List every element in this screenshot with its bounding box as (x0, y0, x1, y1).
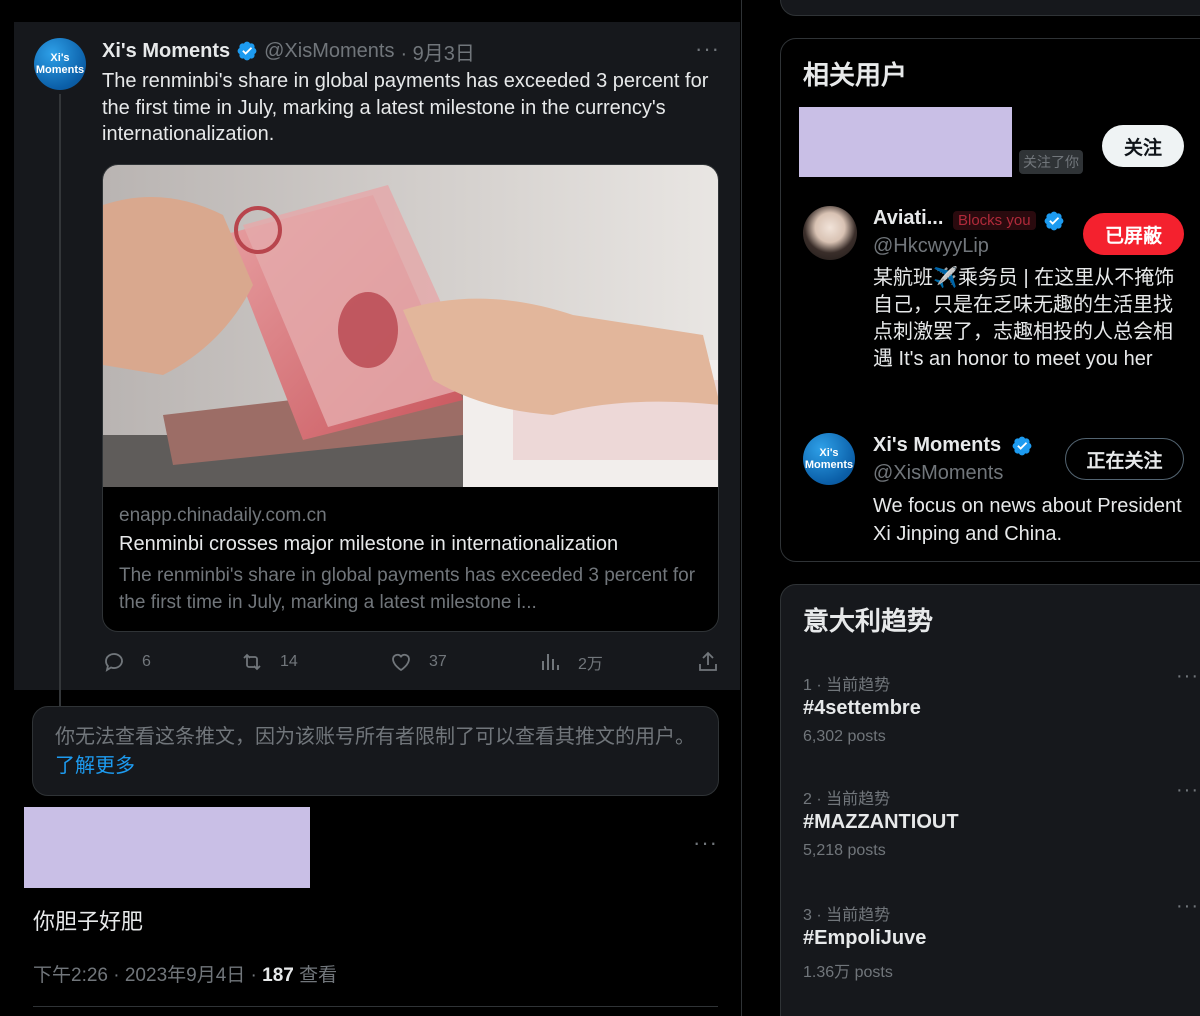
trend-post-count: 1.36万 posts (803, 964, 893, 981)
trend-name: #MAZZANTIOUT (803, 811, 959, 833)
view-count: 2万 (578, 656, 603, 673)
follows-you-badge: 关注了你 (1019, 150, 1083, 174)
panel-title: 相关用户 (803, 60, 908, 90)
user-handle[interactable]: @XisMoments (873, 462, 1003, 485)
more-options-icon[interactable]: ··· (1176, 779, 1199, 802)
main-timeline: Xi's Moments Xi's Moments @XisMoments · … (0, 0, 742, 1016)
card-photo-banknotes (103, 165, 718, 487)
avatar[interactable] (803, 206, 857, 260)
retweet-action[interactable]: 14 (240, 650, 298, 674)
reply-timestamp[interactable]: 下午2:26 · 2023年9月4日 · (33, 965, 262, 986)
reply-tweet[interactable]: ··· 你胆子好肥 下午2:26 · 2023年9月4日 · 187 查看 (0, 800, 742, 1016)
user-name[interactable]: Aviati... (873, 207, 943, 230)
user-bio: We focus on news about President Xi Jinp… (873, 495, 1182, 545)
sidebar-panel-stub (780, 0, 1200, 16)
more-options-icon[interactable]: ··· (693, 830, 718, 856)
trend-meta: 1 · 当前趋势 (803, 677, 891, 694)
like-action[interactable]: 37 (389, 650, 447, 674)
user-name[interactable]: Xi's Moments (873, 434, 1001, 457)
views-chart-icon (542, 654, 559, 670)
trend-item[interactable]: 3 · 当前趋势 #EmpoliJuve 1.36万 posts ··· (803, 895, 1199, 991)
share-icon (699, 651, 717, 671)
trend-item[interactable]: 2 · 当前趋势 #MAZZANTIOUT 5,218 posts ··· (803, 779, 1199, 875)
trends-panel: 意大利趋势 1 · 当前趋势 #4settembre 6,302 posts ·… (780, 584, 1200, 1016)
follow-button[interactable]: 关注 (1102, 125, 1184, 167)
link-preview-card[interactable]: enapp.chinadaily.com.cn Renminbi crosses… (102, 164, 719, 632)
redacted-author (24, 807, 310, 888)
card-title[interactable]: Renminbi crosses major milestone in inte… (119, 533, 618, 556)
reply-meta: 下午2:26 · 2023年9月4日 · 187 查看 (33, 960, 337, 987)
card-description: The renminbi's share in global payments … (119, 565, 696, 613)
reply-icon (105, 653, 123, 672)
retweet-count: 14 (280, 653, 298, 670)
reply-action[interactable]: 6 (102, 650, 151, 674)
panel-title: 意大利趋势 (803, 606, 934, 636)
related-users-panel: 相关用户 关注了你 关注 Aviati... Blocks you 已屏蔽 @H… (780, 38, 1200, 562)
avatar-text-line2: Moments (35, 63, 85, 76)
like-count: 37 (429, 653, 447, 670)
card-domain: enapp.chinadaily.com.cn (119, 505, 327, 526)
trend-post-count: 5,218 posts (803, 842, 886, 859)
trend-item[interactable]: 1 · 当前趋势 #4settembre 6,302 posts ··· (803, 665, 1199, 761)
blocks-you-badge: Blocks you (953, 211, 1036, 230)
trend-meta: 3 · 当前趋势 (803, 907, 891, 924)
share-action[interactable] (696, 650, 720, 674)
user-bio: 某航班✈️乘务员 | 在这里从不掩饰自己，只是在乏味无趣的生活里找点刺激罢了，志… (873, 267, 1175, 370)
restricted-text: 你无法查看这条推文，因为该账号所有者限制了可以查看其推文的用户。 (55, 726, 695, 748)
reply-text: 你胆子好肥 (33, 909, 144, 934)
trend-meta: 2 · 当前趋势 (803, 791, 891, 808)
author-handle[interactable]: @XisMoments (264, 40, 394, 63)
avatar[interactable]: Xi's Moments (803, 433, 855, 485)
tweet-header: Xi's Moments @XisMoments · 9月3日 (102, 37, 722, 66)
redacted-user (799, 107, 1012, 177)
tweet-text: The renminbi's share in global payments … (102, 70, 709, 145)
author-avatar[interactable]: Xi's Moments (34, 38, 86, 90)
like-icon (392, 653, 410, 672)
more-options-icon[interactable]: ··· (1176, 895, 1199, 918)
thread-line (59, 94, 61, 722)
blocked-button[interactable]: 已屏蔽 (1083, 213, 1184, 255)
more-options-icon[interactable]: ··· (1176, 665, 1199, 688)
views-action[interactable]: 2万 (538, 650, 603, 674)
trend-post-count: 6,302 posts (803, 728, 886, 745)
avatar-text-line1: Xi's (50, 51, 70, 64)
verified-badge-icon (237, 41, 257, 61)
following-button[interactable]: 正在关注 (1065, 438, 1184, 480)
restricted-tweet-notice: 你无法查看这条推文，因为该账号所有者限制了可以查看其推文的用户。了解更多 (32, 706, 719, 796)
tweet-date[interactable]: · 9月3日 (400, 37, 474, 66)
trend-name: #EmpoliJuve (803, 927, 927, 949)
tweet-actions: 6 14 37 2万 (102, 650, 722, 676)
verified-badge-icon (1012, 436, 1032, 456)
user-handle[interactable]: @HkcwyyLip (873, 235, 989, 258)
quoted-tweet[interactable]: Xi's Moments Xi's Moments @XisMoments · … (14, 22, 740, 722)
more-options-icon[interactable]: ··· (695, 36, 720, 62)
reply-view-label: 查看 (293, 965, 338, 986)
reply-view-count: 187 (262, 965, 294, 986)
retweet-icon (243, 653, 261, 671)
verified-badge-icon (1044, 211, 1064, 231)
avatar-text-line1: Xi's (819, 446, 839, 459)
learn-more-link[interactable]: 了解更多 (55, 755, 135, 777)
avatar-text-line2: Moments (804, 458, 854, 471)
trend-name: #4settembre (803, 697, 921, 719)
reply-count: 6 (142, 653, 151, 670)
divider (33, 1006, 718, 1007)
author-name[interactable]: Xi's Moments (102, 40, 230, 63)
